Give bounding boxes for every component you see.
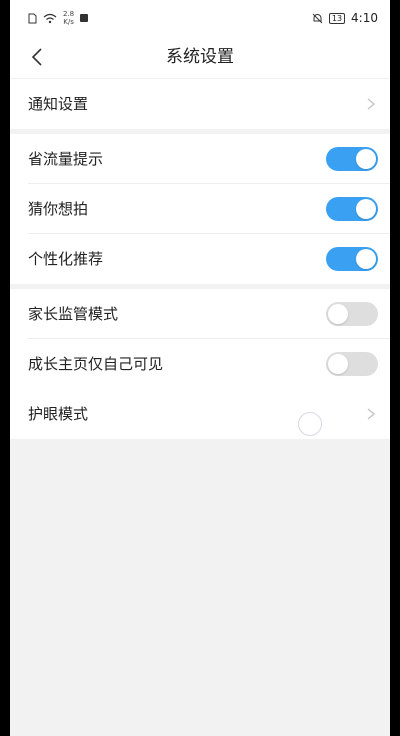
- status-left: 2.8 K/s: [28, 10, 89, 26]
- data-saver-toggle[interactable]: [326, 147, 378, 171]
- parental-control-toggle[interactable]: [326, 302, 378, 326]
- parental-control-label: 家长监管模式: [28, 305, 119, 323]
- phone-screen: 2.8 K/s 13 4:10 系统设置 通知设置 省流量提示 猜你想拍 个性化…: [10, 0, 390, 736]
- guess-shoot-toggle[interactable]: [326, 197, 378, 221]
- nav-bar: 系统设置: [10, 36, 390, 78]
- network-speed: 2.8 K/s: [63, 10, 74, 26]
- growth-page-private-toggle[interactable]: [326, 352, 378, 376]
- eye-care-mode-row[interactable]: 护眼模式: [10, 389, 390, 439]
- eye-care-mode-label: 护眼模式: [28, 405, 89, 423]
- guess-shoot-row: 猜你想拍: [10, 184, 390, 234]
- toggle-knob: [328, 354, 348, 374]
- personalized-recommend-toggle[interactable]: [326, 247, 378, 271]
- bell-muted-icon: [312, 13, 323, 23]
- status-time: 4:10: [351, 11, 378, 25]
- notification-settings-label: 通知设置: [28, 95, 89, 113]
- touch-indicator-icon: [298, 412, 322, 436]
- personalized-recommend-label: 个性化推荐: [28, 250, 104, 268]
- growth-page-private-row: 成长主页仅自己可见: [10, 339, 390, 389]
- data-saver-row: 省流量提示: [10, 134, 390, 184]
- notification-square-icon: [80, 14, 89, 22]
- toggle-knob: [356, 249, 376, 269]
- parental-control-row: 家长监管模式: [10, 289, 390, 339]
- toggle-knob: [356, 199, 376, 219]
- chevron-right-icon: [367, 408, 376, 420]
- chevron-right-icon: [367, 98, 376, 110]
- toggle-knob: [328, 304, 348, 324]
- guess-shoot-label: 猜你想拍: [28, 200, 89, 218]
- network-speed-unit: K/s: [63, 18, 74, 26]
- personalized-recommend-row: 个性化推荐: [10, 234, 390, 284]
- data-saver-label: 省流量提示: [28, 150, 104, 168]
- growth-page-private-label: 成长主页仅自己可见: [28, 355, 164, 373]
- status-right: 13 4:10: [312, 11, 378, 25]
- status-bar: 2.8 K/s 13 4:10: [10, 0, 390, 36]
- notification-settings-row[interactable]: 通知设置: [10, 79, 390, 129]
- sim-card-icon: [28, 13, 37, 23]
- network-speed-value: 2.8: [63, 10, 75, 18]
- toggle-knob: [356, 149, 376, 169]
- battery-indicator: 13: [328, 12, 346, 24]
- wifi-icon: [43, 13, 57, 23]
- page-title: 系统设置: [166, 47, 234, 67]
